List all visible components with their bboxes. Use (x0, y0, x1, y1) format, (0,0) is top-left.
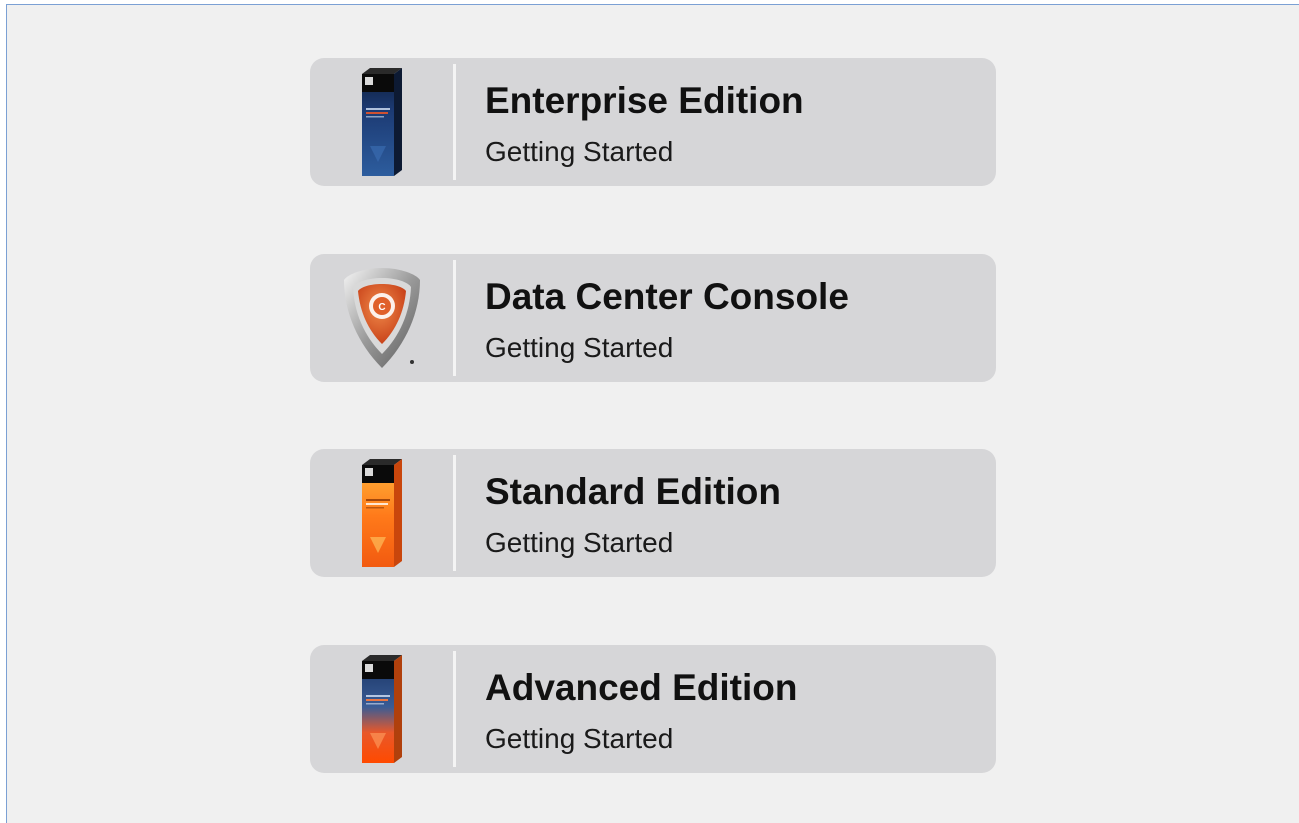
data-center-console-card[interactable]: C Data Center Console Getting Started (310, 254, 996, 382)
card-title: Data Center Console (485, 276, 849, 317)
page-frame: Enterprise Edition Getting Started C Dat… (6, 4, 1299, 823)
shield-logo-icon: C (310, 254, 453, 382)
getting-started-link[interactable]: Getting Started (485, 723, 673, 755)
card-title: Enterprise Edition (485, 80, 804, 121)
product-box-blue-orange-icon (310, 645, 453, 773)
product-box-blue-icon (310, 58, 453, 186)
card-title: Standard Edition (485, 471, 781, 512)
enterprise-edition-card[interactable]: Enterprise Edition Getting Started (310, 58, 996, 186)
standard-edition-card[interactable]: Standard Edition Getting Started (310, 449, 996, 577)
advanced-edition-card[interactable]: Advanced Edition Getting Started (310, 645, 996, 773)
card-divider (453, 260, 456, 376)
getting-started-link[interactable]: Getting Started (485, 136, 673, 168)
getting-started-link[interactable]: Getting Started (485, 332, 673, 364)
card-divider (453, 455, 456, 571)
card-title: Advanced Edition (485, 667, 798, 708)
getting-started-link[interactable]: Getting Started (485, 527, 673, 559)
product-box-orange-icon (310, 449, 453, 577)
card-divider (453, 651, 456, 767)
card-divider (453, 64, 456, 180)
svg-text:C: C (378, 302, 385, 313)
